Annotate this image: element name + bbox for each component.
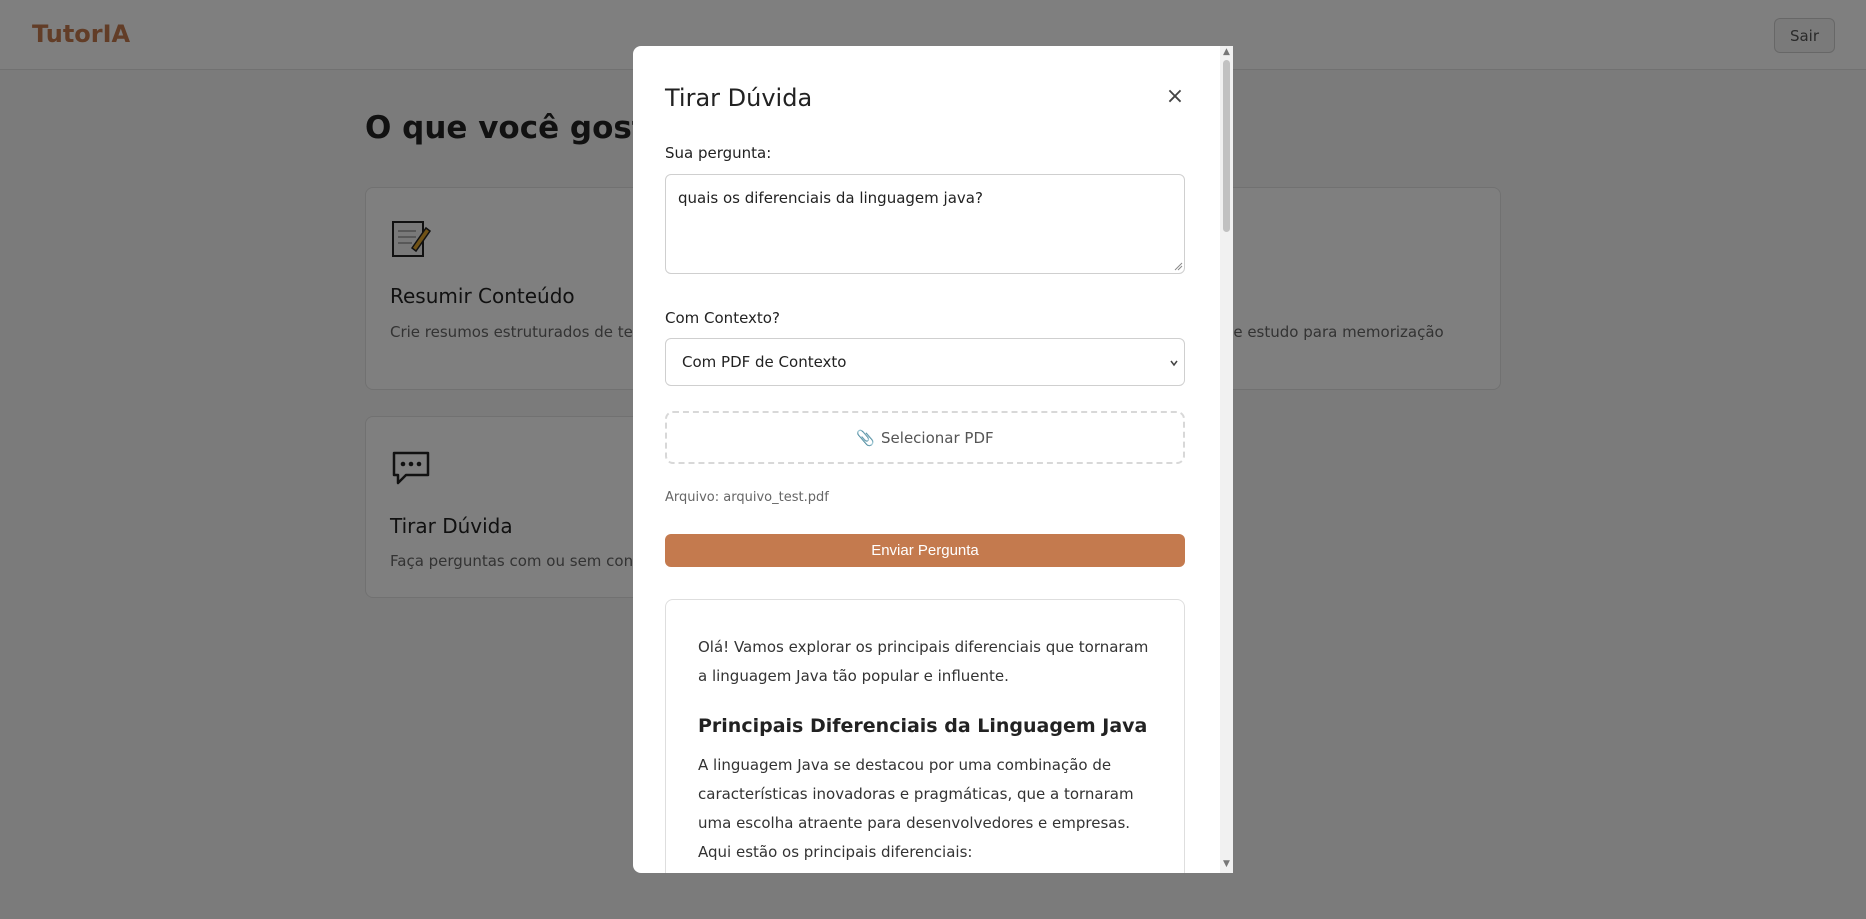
scroll-down-icon[interactable]: ▼ [1222, 860, 1231, 869]
answer-panel: Olá! Vamos explorar os principais difere… [665, 599, 1185, 873]
select-pdf-label: Selecionar PDF [881, 428, 994, 447]
question-textarea[interactable]: quais os diferenciais da linguagem java? [665, 174, 1185, 274]
submit-question-button[interactable]: Enviar Pergunta [665, 534, 1185, 567]
resize-grip-icon[interactable] [1174, 262, 1183, 271]
context-select-value: Com PDF de Contexto [682, 353, 847, 371]
select-pdf-button[interactable]: 📎 Selecionar PDF [665, 411, 1185, 464]
modal-title: Tirar Dúvida [665, 84, 813, 112]
scroll-up-icon[interactable]: ▲ [1222, 48, 1231, 57]
paperclip-icon: 📎 [856, 428, 876, 447]
selected-file-name: Arquivo: arquivo_test.pdf [665, 490, 829, 505]
chevron-down-icon [1170, 360, 1178, 367]
ask-question-modal: Tirar Dúvida × Sua pergunta: quais os di… [633, 46, 1233, 873]
context-label: Com Contexto? [665, 309, 780, 327]
answer-heading: Principais Diferenciais da Linguagem Jav… [698, 715, 1148, 737]
modal-scrollbar[interactable]: ▲ ▼ [1220, 46, 1233, 873]
context-select[interactable]: Com PDF de Contexto [665, 338, 1185, 386]
question-label: Sua pergunta: [665, 144, 772, 162]
scroll-thumb[interactable] [1223, 60, 1230, 232]
close-icon[interactable]: × [1161, 82, 1189, 110]
answer-intro: Olá! Vamos explorar os principais difere… [698, 638, 1149, 685]
answer-body: A linguagem Java se destacou por uma com… [698, 756, 1134, 861]
